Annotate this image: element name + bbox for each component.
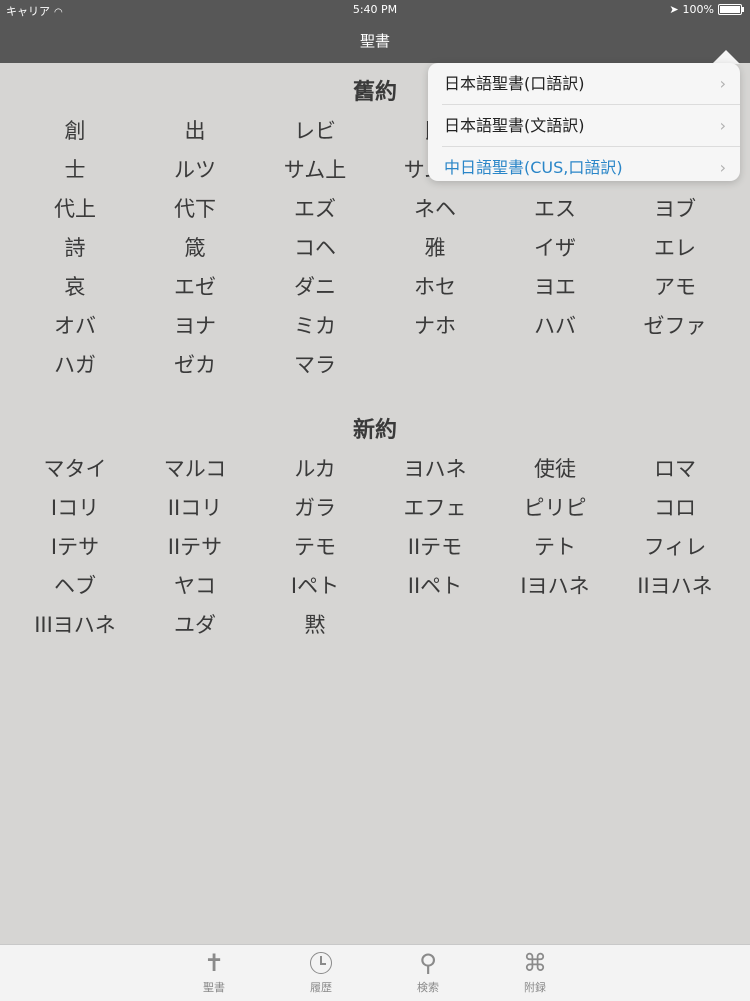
book-cell[interactable]: コヘ [255, 229, 375, 268]
book-cell[interactable]: ヘブ [15, 567, 135, 606]
popover-item-cus[interactable]: 中日語聖書(CUS,口語訳) › [428, 147, 740, 189]
tab-appendix[interactable]: ⌘ 附録 [505, 949, 565, 995]
book-cell[interactable]: 詩 [15, 229, 135, 268]
book-cell[interactable]: IIペト [375, 567, 495, 606]
book-cell[interactable]: フィレ [615, 528, 735, 567]
location-icon: ➤ [669, 3, 679, 16]
book-cell[interactable]: Iヨハネ [495, 567, 615, 606]
clock-icon [310, 952, 332, 974]
book-cell[interactable]: 使徒 [495, 450, 615, 489]
book-cell[interactable]: マタイ [15, 450, 135, 489]
popover-item-label: 中日語聖書(CUS,口語訳) [444, 158, 623, 177]
status-right: ➤ 100% [669, 3, 744, 16]
book-cell[interactable]: エフェ [375, 489, 495, 528]
book-cell[interactable]: エズ [255, 190, 375, 229]
book-cell[interactable]: IIテサ [135, 528, 255, 567]
book-cell[interactable]: 士 [15, 151, 135, 190]
book-cell[interactable]: ユダ [135, 606, 255, 645]
book-cell[interactable]: ネヘ [375, 190, 495, 229]
popover-item-label: 日本語聖書(口語訳) [444, 74, 585, 93]
battery-percent: 100% [682, 3, 714, 16]
book-cell[interactable]: 雅 [375, 229, 495, 268]
book-cell[interactable]: テモ [255, 528, 375, 567]
status-time: 5:40 PM [352, 3, 398, 16]
cross-icon: ✝ [203, 949, 225, 977]
tab-search[interactable]: ⚲ 検索 [398, 949, 458, 995]
book-cell[interactable]: 代上 [15, 190, 135, 229]
book-cell[interactable]: ゼファ [615, 307, 735, 346]
popover-item-bungo[interactable]: 日本語聖書(文語訳) › [442, 105, 740, 147]
book-cell[interactable]: ナホ [375, 307, 495, 346]
book-cell[interactable]: ヨハネ [375, 450, 495, 489]
book-cell[interactable]: ミカ [255, 307, 375, 346]
command-icon: ⌘ [523, 949, 547, 977]
book-cell[interactable]: マラ [255, 346, 375, 385]
book-cell[interactable]: レビ [255, 112, 375, 151]
book-cell[interactable]: ロマ [615, 450, 735, 489]
book-cell[interactable]: マルコ [135, 450, 255, 489]
book-cell[interactable]: 創 [15, 112, 135, 151]
tab-bar: ✝ 聖書 履歴 ⚲ 検索 ⌘ 附録 [0, 944, 750, 1001]
book-cell[interactable]: ヤコ [135, 567, 255, 606]
book-cell[interactable]: オバ [15, 307, 135, 346]
tab-label: 履歴 [310, 981, 332, 994]
book-cell[interactable]: コロ [615, 489, 735, 528]
book-cell[interactable]: エス [495, 190, 615, 229]
chevron-right-icon: › [719, 158, 726, 177]
book-cell[interactable]: ヨナ [135, 307, 255, 346]
tab-history[interactable]: 履歴 [291, 949, 351, 995]
book-cell[interactable]: ダニ [255, 268, 375, 307]
book-cell[interactable]: IIコリ [135, 489, 255, 528]
book-cell[interactable]: エゼ [135, 268, 255, 307]
book-cell[interactable]: ルツ [135, 151, 255, 190]
book-cell[interactable]: イザ [495, 229, 615, 268]
book-cell[interactable]: Iテサ [15, 528, 135, 567]
book-cell[interactable]: IIヨハネ [615, 567, 735, 606]
translation-popover: 日本語聖書(口語訳) › 日本語聖書(文語訳) › 中日語聖書(CUS,口語訳)… [428, 63, 740, 181]
navbar: 聖書 [0, 20, 750, 63]
book-cell[interactable]: 代下 [135, 190, 255, 229]
book-cell[interactable]: IIテモ [375, 528, 495, 567]
book-cell[interactable]: IIIヨハネ [15, 606, 135, 645]
book-cell[interactable]: テト [495, 528, 615, 567]
battery-icon [718, 4, 744, 15]
tab-label: 検索 [417, 981, 439, 994]
book-cell[interactable]: 黙 [255, 606, 375, 645]
chevron-right-icon: › [719, 116, 726, 135]
book-cell[interactable]: ガラ [255, 489, 375, 528]
status-bar: キャリア ◠ 5:40 PM ➤ 100% [0, 0, 750, 20]
book-cell[interactable]: アモ [615, 268, 735, 307]
book-cell[interactable]: 出 [135, 112, 255, 151]
book-cell[interactable]: ルカ [255, 450, 375, 489]
popover-arrow [712, 50, 740, 64]
book-cell[interactable]: サム上 [255, 151, 375, 190]
new-testament-title: 新約 [352, 418, 397, 443]
book-cell[interactable]: ピリピ [495, 489, 615, 528]
tab-label: 聖書 [203, 981, 225, 994]
book-cell[interactable]: ヨエ [495, 268, 615, 307]
book-cell[interactable]: ヨブ [615, 190, 735, 229]
book-cell[interactable]: ハバ [495, 307, 615, 346]
book-cell[interactable]: ゼカ [135, 346, 255, 385]
search-icon: ⚲ [419, 949, 437, 977]
tab-bible[interactable]: ✝ 聖書 [184, 949, 244, 995]
popover-item-label: 日本語聖書(文語訳) [444, 116, 585, 135]
book-cell[interactable]: Iコリ [15, 489, 135, 528]
chevron-right-icon: › [719, 74, 726, 93]
book-cell[interactable]: エレ [615, 229, 735, 268]
page-title: 聖書 [359, 32, 390, 50]
book-cell[interactable]: ハガ [15, 346, 135, 385]
new-testament-grid: マタイ マルコ ルカ ヨハネ 使徒 ロマ Iコリ IIコリ ガラ エフェ ピリピ コロ Iテサ IIテサテ… [15, 450, 735, 645]
popover-item-kougo[interactable]: 日本語聖書(口語訳) › [428, 63, 740, 105]
tab-label: 附録 [524, 981, 546, 994]
book-cell[interactable]: Iペト [255, 567, 375, 606]
book-cell[interactable]: 箴 [135, 229, 255, 268]
book-cell[interactable]: 哀 [15, 268, 135, 307]
book-cell[interactable]: ホセ [375, 268, 495, 307]
